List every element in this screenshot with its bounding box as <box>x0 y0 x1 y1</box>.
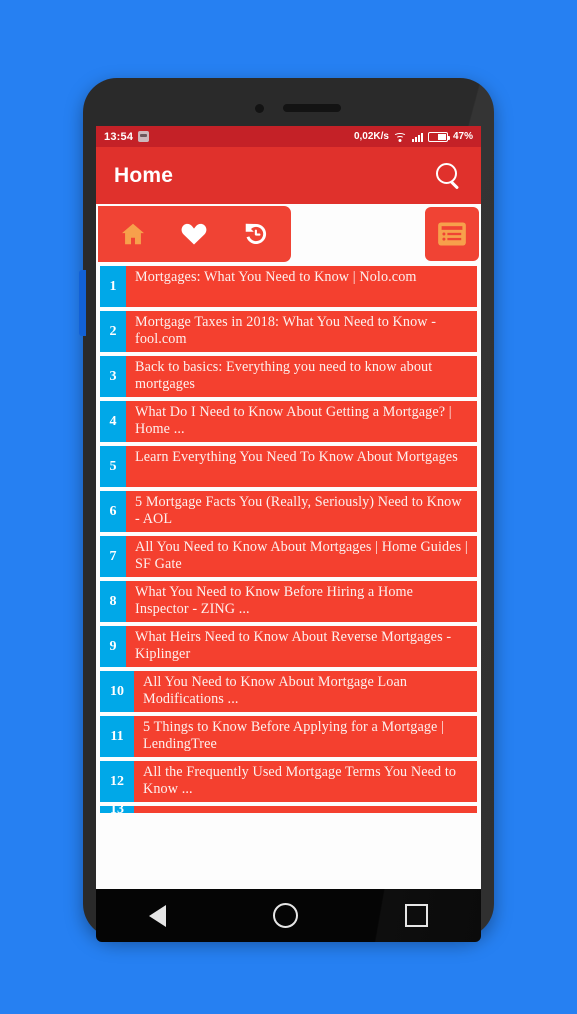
result-title[interactable]: What Heirs Need to Know About Reverse Mo… <box>126 626 477 667</box>
result-rank-badge: 1 <box>100 266 126 307</box>
status-time: 13:54 <box>104 130 134 143</box>
list-mode-button[interactable] <box>425 207 479 261</box>
wifi-icon <box>393 132 407 142</box>
network-speed-label: 0,02K/s <box>353 131 389 142</box>
result-title[interactable] <box>134 806 477 813</box>
table-row[interactable]: 4 What Do I Need to Know About Getting a… <box>100 401 477 442</box>
table-row[interactable]: 10 All You Need to Know About Mortgage L… <box>100 671 477 712</box>
heart-icon <box>182 223 207 245</box>
search-icon[interactable] <box>433 161 463 191</box>
result-title[interactable]: All You Need to Know About Mortgages | H… <box>126 536 477 577</box>
result-rank-badge: 3 <box>100 356 126 397</box>
table-row[interactable]: 7 All You Need to Know About Mortgages |… <box>100 536 477 577</box>
earpiece-speaker <box>282 104 341 112</box>
app-bar: Home <box>96 147 481 204</box>
result-title[interactable]: All You Need to Know About Mortgage Loan… <box>134 671 477 712</box>
toolbar-right-group <box>425 207 479 261</box>
result-rank-badge: 2 <box>100 311 126 352</box>
table-row[interactable]: 9 What Heirs Need to Know About Reverse … <box>100 626 477 667</box>
result-rank-badge: 12 <box>100 761 134 802</box>
list-icon <box>438 222 466 246</box>
result-title[interactable]: Back to basics: Everything you need to k… <box>126 356 477 397</box>
result-rank-badge: 8 <box>100 581 126 622</box>
table-row[interactable]: 12 All the Frequently Used Mortgage Term… <box>100 761 477 802</box>
recents-square-icon[interactable] <box>404 904 428 927</box>
result-title[interactable]: All the Frequently Used Mortgage Terms Y… <box>134 761 477 802</box>
status-bar-left: 13:54 <box>104 130 150 143</box>
result-rank-badge: 9 <box>100 626 126 667</box>
result-rank-badge: 6 <box>100 491 126 532</box>
result-title[interactable]: What You Need to Know Before Hiring a Ho… <box>126 581 477 622</box>
result-rank-badge: 5 <box>100 446 126 487</box>
status-bar-right: 0,02K/s 47% <box>354 131 473 142</box>
search-results-list[interactable]: 1 Mortgages: What You Need to Know | Nol… <box>96 264 481 889</box>
table-row[interactable]: 5 Learn Everything You Need To Know Abou… <box>100 446 477 487</box>
table-row[interactable]: 8 What You Need to Know Before Hiring a … <box>100 581 477 622</box>
table-row[interactable]: 1 Mortgages: What You Need to Know | Nol… <box>100 266 477 307</box>
result-title[interactable]: Mortgages: What You Need to Know | Nolo.… <box>126 266 477 307</box>
table-row[interactable]: 3 Back to basics: Everything you need to… <box>100 356 477 397</box>
result-title[interactable]: 5 Things to Know Before Applying for a M… <box>134 716 477 757</box>
front-camera-icon <box>254 104 264 113</box>
home-icon <box>121 223 144 245</box>
phone-screen: 13:54 0,02K/s 47% Home 1 Mortgages: What… <box>96 126 481 889</box>
result-title[interactable]: What Do I Need to Know About Getting a M… <box>126 401 477 442</box>
home-tab-button[interactable] <box>110 211 156 257</box>
result-title[interactable]: 5 Mortgage Facts You (Really, Seriously)… <box>126 491 477 532</box>
table-row[interactable]: 6 5 Mortgage Facts You (Really, Seriousl… <box>100 491 477 532</box>
history-icon <box>245 223 267 245</box>
result-rank-badge: 4 <box>100 401 126 442</box>
table-row[interactable]: 2 Mortgage Taxes in 2018: What You Need … <box>100 311 477 352</box>
android-navigation-bar <box>96 889 481 942</box>
home-circle-icon[interactable] <box>272 903 298 928</box>
battery-icon <box>427 131 450 142</box>
back-triangle-icon[interactable] <box>149 904 167 927</box>
result-rank-badge: 13 <box>100 806 134 813</box>
phone-side-button[interactable] <box>79 270 86 336</box>
page-title: Home <box>114 163 174 187</box>
result-rank-badge: 11 <box>100 716 134 757</box>
toolbar-tab-group <box>98 206 291 262</box>
battery-percent-label: 47% <box>452 131 473 142</box>
toolbar <box>96 204 481 264</box>
table-row[interactable]: 11 5 Things to Know Before Applying for … <box>100 716 477 757</box>
result-title[interactable]: Mortgage Taxes in 2018: What You Need to… <box>126 311 477 352</box>
result-title[interactable]: Learn Everything You Need To Know About … <box>126 446 477 487</box>
signal-bars-icon <box>411 132 423 142</box>
robot-icon <box>138 131 150 142</box>
table-row[interactable]: 13 <box>100 806 477 813</box>
status-bar: 13:54 0,02K/s 47% <box>96 126 481 147</box>
result-rank-badge: 7 <box>100 536 126 577</box>
history-tab-button[interactable] <box>233 211 279 257</box>
favorites-tab-button[interactable] <box>171 211 217 257</box>
result-rank-badge: 10 <box>100 671 134 712</box>
phone-frame: 13:54 0,02K/s 47% Home 1 Mortgages: What… <box>79 78 494 942</box>
